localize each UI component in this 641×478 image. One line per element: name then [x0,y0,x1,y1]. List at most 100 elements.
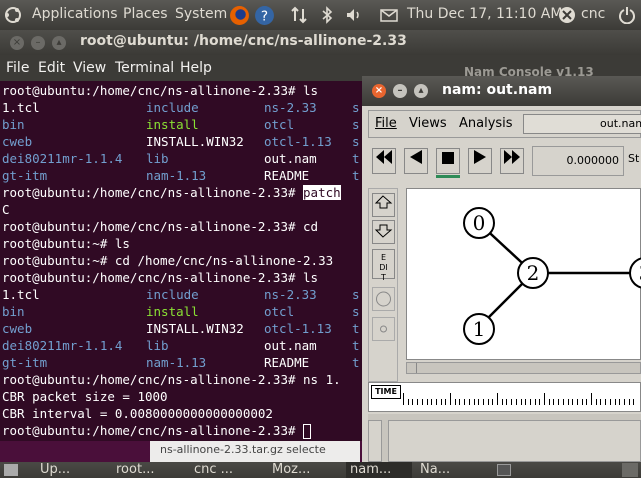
nam-titlebar[interactable]: × – ▴ nam: out.nam [362,76,641,106]
zoom-out-button[interactable] [372,220,395,244]
zoom-in-button[interactable] [372,193,395,217]
nam-menubar: File Views Analysis out.nam [368,110,641,138]
ls-entry: t [352,338,360,353]
ls-entry: t [352,321,360,336]
help-icon[interactable]: ? [254,5,275,26]
menu-system[interactable]: System [175,6,227,22]
timeline-tick [633,399,635,405]
nam-minimize-button[interactable]: – [393,84,407,98]
bottom-scrollbar[interactable] [368,420,382,462]
panel-user[interactable]: cnc [581,6,605,22]
ls-entry: out.nam [264,338,317,353]
power-icon[interactable] [618,6,636,24]
topology-graph: 0 1 2 3 [463,207,641,345]
volume-icon[interactable] [345,6,363,24]
scroll-left-arrow[interactable] [407,363,417,373]
edit-button[interactable]: EDIT [372,249,395,282]
ls-entry: s [352,134,360,149]
rewind-icon [376,150,392,164]
node-3[interactable]: 3 [629,257,641,289]
node-1[interactable]: 1 [463,313,495,345]
node-2-label: 2 [527,261,540,285]
timeline-marker[interactable]: TIME [371,385,401,399]
timeline-tick [440,399,442,405]
ls-entry: ns-2.33 [264,287,317,302]
taskbar-item-1[interactable]: root... [112,462,184,478]
play-button[interactable] [468,148,492,174]
taskbar-item-3[interactable]: Moz... [268,462,338,478]
file-chooser-behind: ns-allinone-2.33.tar.gz selecte [150,441,360,462]
menu-terminal[interactable]: Terminal [115,60,174,76]
show-desktop-icon[interactable] [4,464,18,476]
network-canvas[interactable]: 0 1 2 3 [406,188,641,360]
taskbar-item-4[interactable]: nam... [346,462,412,478]
ubuntu-logo-icon[interactable] [4,6,22,24]
panel-clock[interactable]: Thu Dec 17, 11:10 AM [407,6,562,22]
nam-menu-file[interactable]: File [375,116,397,131]
timeline-tick [539,399,541,405]
ls-entry: otcl-1.13 [264,134,332,149]
stop-button[interactable] [436,148,460,174]
firefox-icon[interactable] [229,5,250,26]
terminal-line: root@ubuntu:~# ls [2,236,130,251]
trash-icon[interactable] [622,463,638,477]
taskbar-item-5[interactable]: Na... [416,462,486,478]
maximize-button[interactable]: ▴ [52,36,66,50]
session-icon[interactable] [558,6,576,24]
timeline-tick [567,399,569,405]
terminal-cursor [303,424,312,439]
ls-entry: 1.tcl [2,287,40,302]
terminal-titlebar[interactable]: × – ▴ root@ubuntu: /home/cnc/ns-allinone… [0,30,641,55]
mail-icon[interactable] [380,6,398,24]
network-icon[interactable] [290,6,308,24]
menu-applications[interactable]: Applications [32,6,118,22]
zoom-out-icon [374,224,393,238]
back-icon [410,150,422,164]
agent-tool-button[interactable] [372,317,395,341]
timeline-tick [478,399,480,405]
minimize-button[interactable]: – [31,36,45,50]
nam-maximize-button[interactable]: ▴ [414,84,428,98]
node-2[interactable]: 2 [517,257,549,289]
rewind-button[interactable] [372,148,396,174]
timeline-tick [525,399,527,405]
menu-places[interactable]: Places [123,6,168,22]
time-display: 0.000000 [532,146,624,176]
ls-entry: gt-itm [2,355,48,370]
timeline-tick [595,399,597,405]
timeline-tick [572,399,574,405]
timeline-tick [482,399,484,405]
nam-close-button[interactable]: × [372,84,386,98]
timeline-tick [628,399,630,405]
timeline-tick [468,399,470,405]
taskbar-item-2[interactable]: cnc ... [190,462,262,478]
taskbar-label-5: Na... [420,462,451,477]
timeline-tick [459,399,461,405]
taskbar-item-0[interactable]: Up... [36,462,106,478]
terminal-taskbar-icon[interactable] [497,464,511,476]
node-1-label: 1 [473,317,486,341]
terminal-line: root@ubuntu:/home/cnc/ns-allinone-2.33# … [2,83,319,98]
menu-help[interactable]: Help [180,60,212,76]
back-button[interactable] [404,148,428,174]
taskbar-label-4: nam... [350,462,392,477]
menu-file[interactable]: File [6,60,29,76]
stop-icon [442,152,454,164]
timeline-label: TIME [375,387,397,396]
canvas-scrollbar[interactable] [406,362,641,374]
close-button[interactable]: × [10,36,24,50]
nam-menu-analysis[interactable]: Analysis [459,116,513,131]
timeline[interactable]: TIME [368,382,641,412]
ls-entry: dei80211mr-1.1.4 [2,338,123,353]
menu-edit[interactable]: Edit [38,60,65,76]
node-0[interactable]: 0 [463,207,495,239]
nam-menu-views[interactable]: Views [409,116,447,131]
node-tool-button[interactable] [372,287,395,311]
menu-view[interactable]: View [73,60,106,76]
timeline-tick [576,399,578,405]
bluetooth-icon[interactable] [318,6,336,24]
step-label: St [628,152,640,165]
timeline-tick [464,399,466,405]
fast-forward-button[interactable] [500,148,524,174]
terminal-line: CBR packet size = 1000 [2,389,168,404]
